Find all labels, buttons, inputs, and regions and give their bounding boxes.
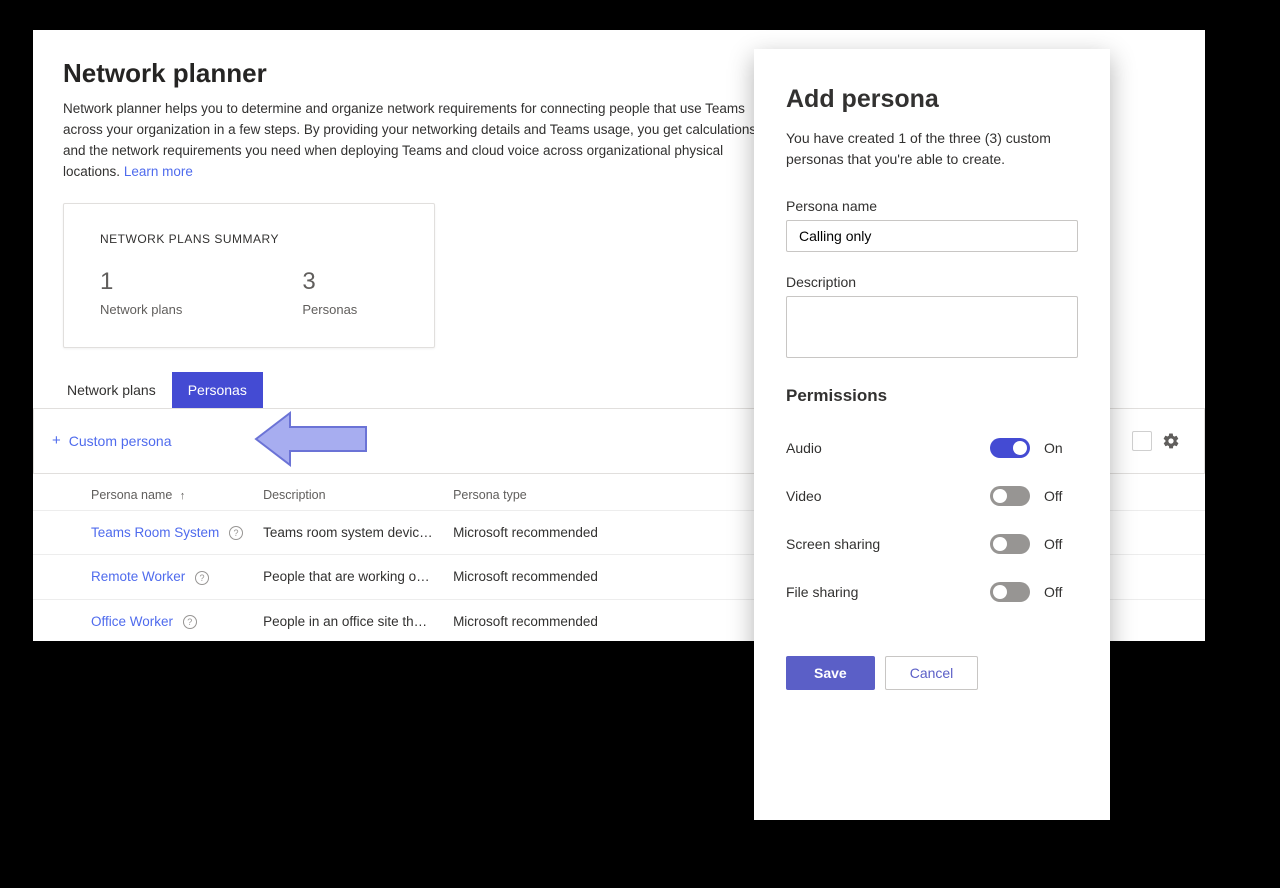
file-sharing-toggle[interactable] (990, 582, 1030, 602)
perm-state: On (1044, 440, 1078, 456)
persona-name-link[interactable]: Remote Worker (91, 569, 185, 584)
tab-personas[interactable]: Personas (172, 372, 263, 408)
help-icon[interactable]: ? (229, 526, 243, 540)
perm-row-video: Video Off (786, 472, 1078, 520)
col-label: Persona name (91, 488, 172, 502)
description-label: Description (786, 274, 1078, 290)
stat-value: 3 (302, 268, 357, 296)
page-description: Network planner helps you to determine a… (33, 99, 793, 203)
stat-label: Network plans (100, 302, 182, 317)
screen-sharing-toggle[interactable] (990, 534, 1030, 554)
persona-name-link[interactable]: Teams Room System (91, 525, 219, 540)
perm-label: File sharing (786, 584, 990, 600)
perm-row-file-sharing: File sharing Off (786, 568, 1078, 616)
perm-row-screen-sharing: Screen sharing Off (786, 520, 1078, 568)
persona-desc: Teams room system device… (253, 510, 443, 554)
panel-title: Add persona (786, 85, 1078, 114)
toolbar-box[interactable] (1132, 431, 1152, 451)
persona-desc: People in an office site tha… (253, 599, 443, 643)
description-input[interactable] (786, 296, 1078, 358)
perm-state: Off (1044, 584, 1078, 600)
perm-label: Audio (786, 440, 990, 456)
perm-state: Off (1044, 488, 1078, 504)
gear-icon[interactable] (1162, 432, 1180, 450)
col-description[interactable]: Description (253, 474, 443, 511)
persona-name-input[interactable] (786, 220, 1078, 252)
cancel-button[interactable]: Cancel (885, 656, 979, 690)
stat-personas: 3 Personas (302, 268, 357, 317)
stat-value: 1 (100, 268, 182, 296)
stat-label: Personas (302, 302, 357, 317)
custom-persona-button[interactable]: + Custom persona (48, 426, 175, 455)
col-persona-name[interactable]: Persona name ↑ (33, 474, 253, 511)
annotation-arrow-icon (246, 403, 378, 475)
perm-state: Off (1044, 536, 1078, 552)
perm-label: Screen sharing (786, 536, 990, 552)
perm-row-audio: Audio On (786, 424, 1078, 472)
persona-name-label: Persona name (786, 198, 1078, 214)
permissions-heading: Permissions (786, 386, 1078, 406)
custom-persona-label: Custom persona (69, 433, 172, 449)
persona-name-link[interactable]: Office Worker (91, 614, 173, 629)
perm-label: Video (786, 488, 990, 504)
stat-network-plans: 1 Network plans (100, 268, 182, 317)
add-persona-panel: Add persona You have created 1 of the th… (754, 49, 1110, 820)
summary-title: NETWORK PLANS SUMMARY (100, 232, 398, 246)
panel-subtitle: You have created 1 of the three (3) cust… (786, 128, 1078, 170)
help-icon[interactable]: ? (183, 615, 197, 629)
help-icon[interactable]: ? (195, 571, 209, 585)
tab-network-plans[interactable]: Network plans (51, 372, 172, 408)
learn-more-link[interactable]: Learn more (124, 164, 193, 179)
plus-icon: + (52, 432, 61, 449)
sort-asc-icon: ↑ (180, 490, 186, 502)
network-plans-summary-card: NETWORK PLANS SUMMARY 1 Network plans 3 … (63, 203, 435, 348)
audio-toggle[interactable] (990, 438, 1030, 458)
persona-desc: People that are working of… (253, 555, 443, 599)
video-toggle[interactable] (990, 486, 1030, 506)
save-button[interactable]: Save (786, 656, 875, 690)
